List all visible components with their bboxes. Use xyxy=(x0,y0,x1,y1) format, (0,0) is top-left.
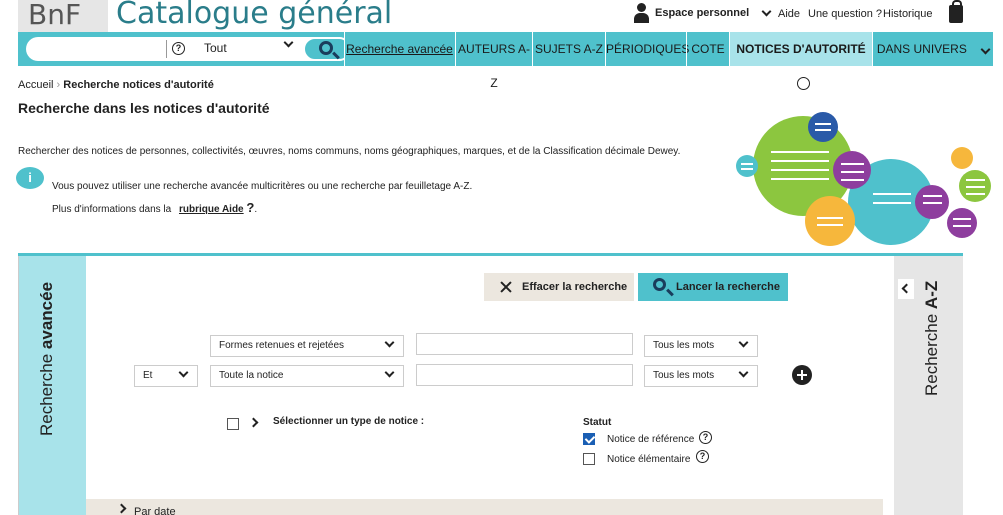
nav-periodiques[interactable]: PÉRIODIQUES xyxy=(605,32,689,66)
chevron-right-icon[interactable] xyxy=(248,417,259,428)
chevron-down-icon xyxy=(738,367,749,378)
nav-notices-autorite[interactable]: NOTICES D'AUTORITÉ xyxy=(729,32,872,90)
search-icon xyxy=(653,278,666,291)
search-icon xyxy=(319,41,333,55)
help-icon xyxy=(796,77,810,90)
field-select-2[interactable]: Toute la notice xyxy=(210,365,404,387)
page-title: Recherche dans les notices d'autorité xyxy=(18,100,270,116)
site-title[interactable]: Catalogue général xyxy=(116,0,392,31)
effacer-label: Effacer la recherche xyxy=(522,281,628,293)
info-text-2: Plus d'informations dans la xyxy=(52,204,172,215)
rubrique-aide-link[interactable]: rubrique Aide xyxy=(179,204,244,215)
notice-reference-checkbox[interactable] xyxy=(583,433,595,445)
add-row-icon[interactable] xyxy=(792,365,812,385)
breadcrumb: Accueil › Recherche notices d'autorité xyxy=(18,79,214,91)
logo-text: BnF xyxy=(28,0,82,31)
close-icon xyxy=(500,281,512,293)
search-term-input-2[interactable] xyxy=(416,364,633,386)
lancer-label: Lancer la recherche xyxy=(676,281,780,293)
nav-dans-univers[interactable]: DANS UNIVERS xyxy=(872,32,993,66)
collapse-az-button[interactable] xyxy=(898,279,914,299)
nav-recherche-avancee[interactable]: Recherche avancée xyxy=(344,32,454,66)
help-icon[interactable]: ? xyxy=(172,42,185,55)
search-term-input-1[interactable] xyxy=(416,333,633,355)
field-select-1[interactable]: Formes retenues et rejetées xyxy=(210,335,404,357)
info-end: . xyxy=(254,204,258,215)
notice-elementaire-label[interactable]: Notice élémentaire xyxy=(607,454,690,465)
select-type-label[interactable]: Sélectionner un type de notice : xyxy=(273,416,424,427)
side-left-label: Recherche avancée xyxy=(37,281,56,436)
info-icon: i xyxy=(16,167,44,189)
historique-link[interactable]: Historique xyxy=(883,8,933,20)
info-aide-line: Plus d'informations dans la rubrique Aid… xyxy=(52,200,257,215)
mode-select-1[interactable]: Tous les mots xyxy=(644,335,758,357)
chevron-right-icon xyxy=(116,503,127,514)
espace-personnel-menu[interactable]: Espace personnel xyxy=(633,3,772,23)
question-link[interactable]: Une question ? xyxy=(808,8,882,20)
select-type-checkbox[interactable] xyxy=(227,418,239,430)
chevron-down-icon xyxy=(384,337,395,348)
help-icon[interactable]: ? xyxy=(696,450,709,463)
chevron-down-icon xyxy=(980,44,991,55)
chevron-down-icon xyxy=(384,367,395,378)
chevron-down-icon[interactable] xyxy=(283,37,294,48)
search-scope-select[interactable]: Tout xyxy=(204,41,227,55)
par-date-label: Par date xyxy=(134,506,176,515)
chevron-left-icon xyxy=(901,283,912,294)
par-date-section[interactable]: Par date xyxy=(86,499,883,515)
chevron-down-icon xyxy=(178,367,189,378)
lancer-button[interactable]: Lancer la recherche xyxy=(638,273,788,301)
main-navbar: ? Tout Recherche avancée AUTEURS A-Z SUJ… xyxy=(18,32,993,90)
nav-auteurs[interactable]: AUTEURS A-Z xyxy=(455,32,532,90)
nav-cote[interactable]: COTE xyxy=(686,32,729,66)
speech-bubbles-illustration xyxy=(736,112,991,246)
nav-univers-label: DANS UNIVERS xyxy=(876,42,967,56)
search-bar: ? Tout xyxy=(26,37,351,61)
cart-icon[interactable] xyxy=(949,0,963,23)
nav-notices-label: NOTICES D'AUTORITÉ xyxy=(736,42,866,56)
advanced-search-panel: Recherche avancée Recherche A-Z Effacer … xyxy=(18,253,963,515)
bnf-logo[interactable]: BnF xyxy=(18,0,108,32)
effacer-button[interactable]: Effacer la recherche xyxy=(484,273,634,301)
notice-reference-label[interactable]: Notice de référence xyxy=(607,434,694,445)
notice-elementaire-checkbox[interactable] xyxy=(583,453,595,465)
statut-label: Statut xyxy=(583,417,612,428)
search-separator xyxy=(166,40,167,58)
side-right-label: Recherche A-Z xyxy=(922,280,941,396)
chevron-down-icon xyxy=(738,337,749,348)
breadcrumb-home[interactable]: Accueil xyxy=(18,79,53,91)
user-icon xyxy=(633,3,649,23)
side-tab-recherche-avancee[interactable]: Recherche avancée xyxy=(18,256,86,515)
espace-label: Espace personnel xyxy=(655,7,750,19)
intro-text: Rechercher des notices de personnes, col… xyxy=(18,146,681,157)
mode-select-2[interactable]: Tous les mots xyxy=(644,365,758,387)
info-text: Vous pouvez utiliser une recherche avanc… xyxy=(52,181,473,192)
help-icon[interactable]: ? xyxy=(699,431,712,444)
breadcrumb-current: Recherche notices d'autorité xyxy=(63,79,214,91)
chevron-down-icon xyxy=(761,6,772,16)
aide-link[interactable]: Aide xyxy=(778,8,800,20)
nav-sujets[interactable]: SUJETS A-Z xyxy=(532,32,605,66)
search-input[interactable] xyxy=(36,40,161,58)
operator-select[interactable]: Et xyxy=(134,365,198,387)
